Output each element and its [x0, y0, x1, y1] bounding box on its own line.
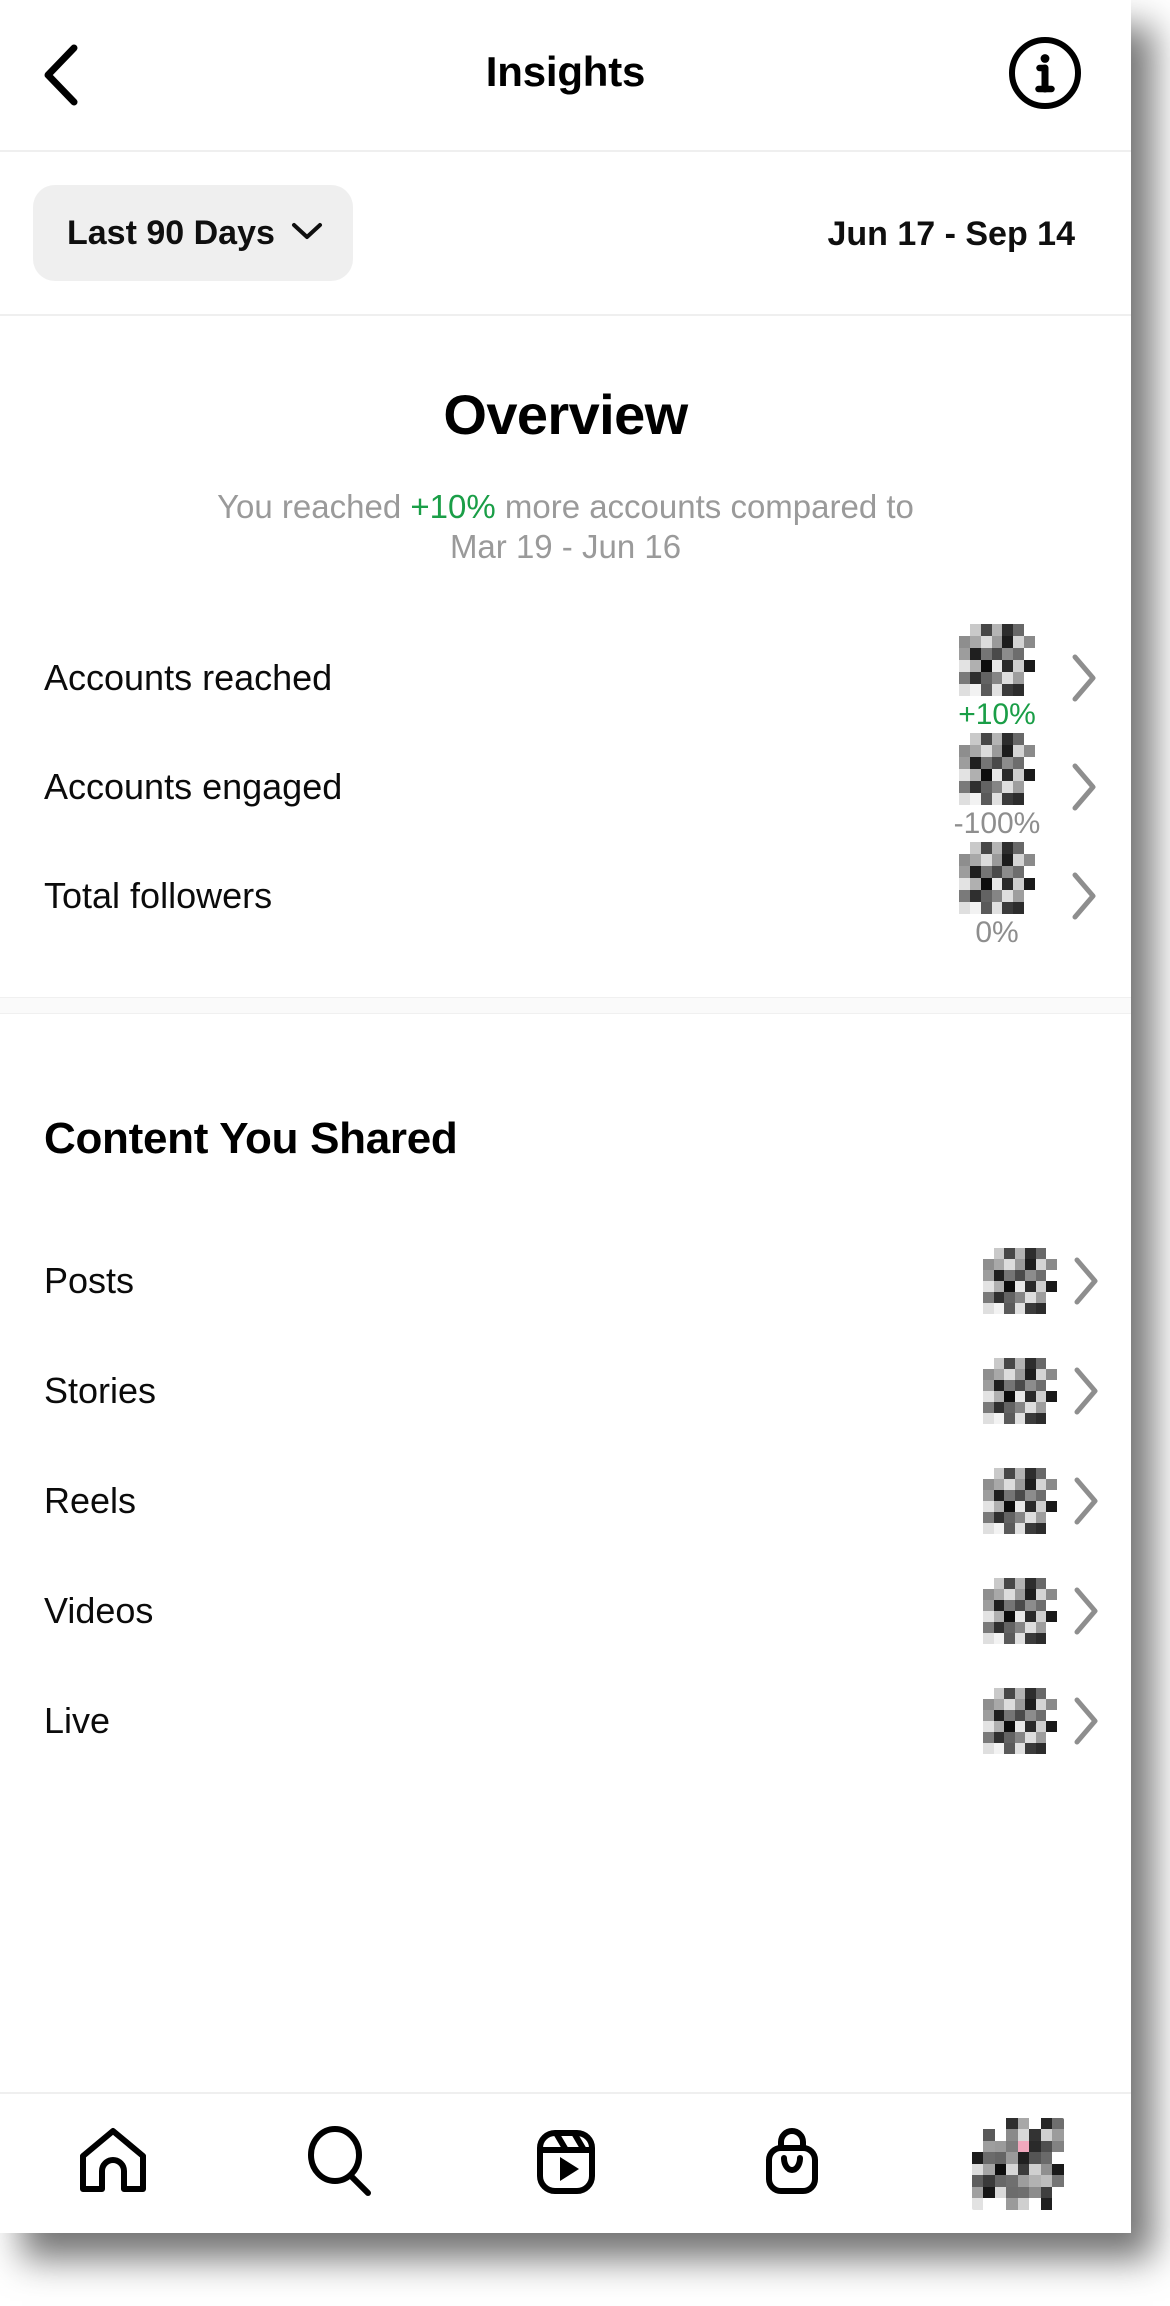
metric-values: +10%	[941, 624, 1053, 732]
chevron-down-icon	[291, 221, 323, 246]
metric-row[interactable]: Total followers 0%	[0, 842, 1131, 951]
metric-delta: +10%	[958, 698, 1036, 731]
summary-compare-range: Mar 19 - Jun 16	[449, 528, 682, 566]
info-button[interactable]	[1003, 33, 1087, 117]
chevron-right-icon	[1069, 1475, 1103, 1527]
nav-home-button[interactable]	[0, 2093, 226, 2233]
summary-prefix: You reached	[217, 488, 411, 525]
redacted-value-mosaic	[983, 1577, 1057, 1644]
list-item[interactable]: Videos	[0, 1556, 1131, 1666]
list-item-value-group	[983, 1336, 1103, 1446]
summary-accent: +10%	[410, 488, 496, 525]
metric-delta: -100%	[953, 807, 1041, 840]
redacted-value-mosaic	[983, 1357, 1057, 1424]
chevron-right-icon	[1069, 1365, 1103, 1417]
metric-delta: 0%	[975, 916, 1019, 949]
metric-values: -100%	[941, 733, 1053, 841]
search-icon	[302, 2124, 376, 2203]
page-title: Insights	[485, 48, 646, 95]
info-circle-icon	[1007, 35, 1083, 116]
redacted-value-mosaic	[959, 733, 1035, 805]
list-item-label: Live	[44, 1699, 111, 1741]
content-shared-list: Posts Stories Reels Videos Live	[0, 1226, 1131, 1776]
metric-values: 0%	[941, 842, 1053, 950]
date-filter-bar: Last 90 Days Jun 17 - Sep 14	[0, 152, 1131, 316]
list-item-label: Reels	[44, 1479, 137, 1521]
overview-title: Overview	[443, 383, 688, 446]
redacted-value-mosaic	[959, 842, 1035, 914]
profile-avatar	[971, 2117, 1064, 2210]
list-item-value-group	[983, 1446, 1103, 1556]
chevron-right-icon	[1069, 1585, 1103, 1637]
nav-profile-button[interactable]	[905, 2093, 1131, 2233]
nav-search-button[interactable]	[226, 2093, 452, 2233]
reels-icon	[529, 2124, 603, 2203]
chevron-right-icon	[1067, 761, 1101, 813]
overview-summary: You reached +10% more accounts compared …	[0, 487, 1131, 568]
phone-screen: Insights Last 90 Days Jun 17 - Sep 14 Ov…	[0, 0, 1131, 2233]
chevron-right-icon	[1069, 1695, 1103, 1747]
redacted-value-mosaic	[983, 1687, 1057, 1754]
metric-value-group: 0%	[941, 842, 1101, 951]
list-item[interactable]: Stories	[0, 1336, 1131, 1446]
screenshot-canvas: Insights Last 90 Days Jun 17 - Sep 14 Ov…	[0, 0, 1170, 2306]
redacted-value-mosaic	[983, 1467, 1057, 1534]
overview-metric-list: Accounts reached +10% Accounts engaged -…	[0, 624, 1131, 951]
list-item-value-group	[983, 1226, 1103, 1336]
metric-label: Total followers	[44, 875, 273, 916]
chevron-right-icon	[1067, 870, 1101, 922]
list-item-label: Stories	[44, 1369, 157, 1411]
list-item[interactable]: Reels	[0, 1446, 1131, 1556]
overview-section: Overview You reached +10% more accounts …	[0, 316, 1131, 997]
summary-suffix: more accounts compared to	[495, 488, 914, 525]
date-range-selector-label: Last 90 Days	[67, 213, 275, 252]
bottom-navigation-bar	[0, 2092, 1131, 2233]
section-divider	[0, 996, 1131, 1014]
metric-label: Accounts engaged	[44, 766, 343, 807]
shop-bag-icon	[755, 2124, 829, 2203]
metric-label: Accounts reached	[44, 657, 333, 698]
chevron-right-icon	[1067, 652, 1101, 704]
list-item-value-group	[983, 1556, 1103, 1666]
list-item-label: Posts	[44, 1259, 135, 1301]
content-shared-section: Content You Shared Posts Stories Reels V…	[0, 1013, 1131, 1776]
content-shared-title: Content You Shared	[44, 1113, 458, 1163]
list-item[interactable]: Posts	[0, 1226, 1131, 1336]
metric-row[interactable]: Accounts reached +10%	[0, 624, 1131, 733]
home-icon	[76, 2124, 150, 2203]
list-item[interactable]: Live	[0, 1666, 1131, 1776]
nav-shop-button[interactable]	[679, 2093, 905, 2233]
list-item-value-group	[983, 1666, 1103, 1776]
nav-reels-button[interactable]	[452, 2093, 678, 2233]
redacted-value-mosaic	[983, 1247, 1057, 1314]
redacted-value-mosaic	[959, 624, 1035, 696]
metric-row[interactable]: Accounts engaged -100%	[0, 733, 1131, 842]
active-date-range: Jun 17 - Sep 14	[827, 214, 1075, 253]
metric-value-group: +10%	[941, 624, 1101, 733]
app-header: Insights	[0, 0, 1131, 152]
chevron-right-icon	[1069, 1255, 1103, 1307]
list-item-label: Videos	[44, 1589, 154, 1631]
date-range-selector[interactable]: Last 90 Days	[33, 185, 353, 281]
metric-value-group: -100%	[941, 733, 1101, 842]
